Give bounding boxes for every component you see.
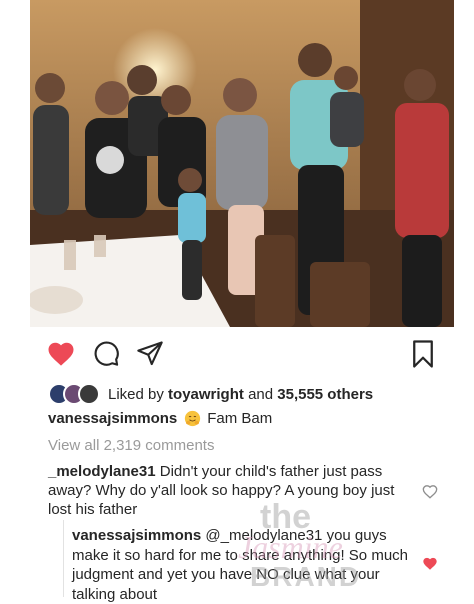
caption-text: Fam Bam bbox=[207, 410, 273, 427]
likes-summary[interactable]: Liked by toyawright and 35,555 others bbox=[48, 383, 373, 405]
paper-plane-icon bbox=[137, 341, 163, 366]
comment-username-link[interactable]: _melodylane31 bbox=[48, 463, 156, 480]
post-caption: vanessajsimmons Fam Bam bbox=[48, 410, 272, 427]
heart-filled-icon bbox=[423, 557, 437, 570]
save-button[interactable] bbox=[410, 339, 440, 369]
bookmark-icon bbox=[413, 340, 433, 368]
likes-count-link[interactable]: 35,555 others bbox=[277, 386, 373, 403]
comment: _melodylane31 Didn't your child's father… bbox=[48, 462, 408, 519]
avatar bbox=[78, 383, 100, 405]
share-button[interactable] bbox=[136, 339, 166, 369]
post-photo[interactable] bbox=[30, 0, 454, 327]
comment-reply: vanessajsimmons @_melodylane31 you guys … bbox=[72, 526, 412, 604]
reply-like-button[interactable] bbox=[422, 556, 438, 571]
post-actions-bar bbox=[0, 335, 474, 375]
reply-mention-link[interactable]: @_melodylane31 bbox=[205, 527, 322, 544]
liker-username-link[interactable]: toyawright bbox=[168, 386, 244, 403]
liker-avatars bbox=[48, 383, 100, 405]
heart-outline-icon bbox=[422, 485, 438, 499]
comment-button[interactable] bbox=[92, 339, 122, 369]
caption-username-link[interactable]: vanessajsimmons bbox=[48, 410, 177, 427]
group-photo-illustration bbox=[30, 0, 454, 327]
hugging-face-emoji-icon bbox=[185, 410, 201, 427]
heart-filled-icon bbox=[48, 342, 74, 366]
comment-like-button[interactable] bbox=[422, 484, 438, 499]
likes-connector: and bbox=[248, 385, 274, 403]
like-button[interactable] bbox=[46, 339, 76, 369]
reply-username-link[interactable]: vanessajsimmons bbox=[72, 527, 201, 544]
reply-thread-line bbox=[63, 520, 64, 597]
comment-bubble-icon bbox=[94, 341, 119, 366]
likes-prefix: Liked by bbox=[108, 385, 164, 403]
view-all-comments-link[interactable]: View all 2,319 comments bbox=[48, 437, 214, 454]
